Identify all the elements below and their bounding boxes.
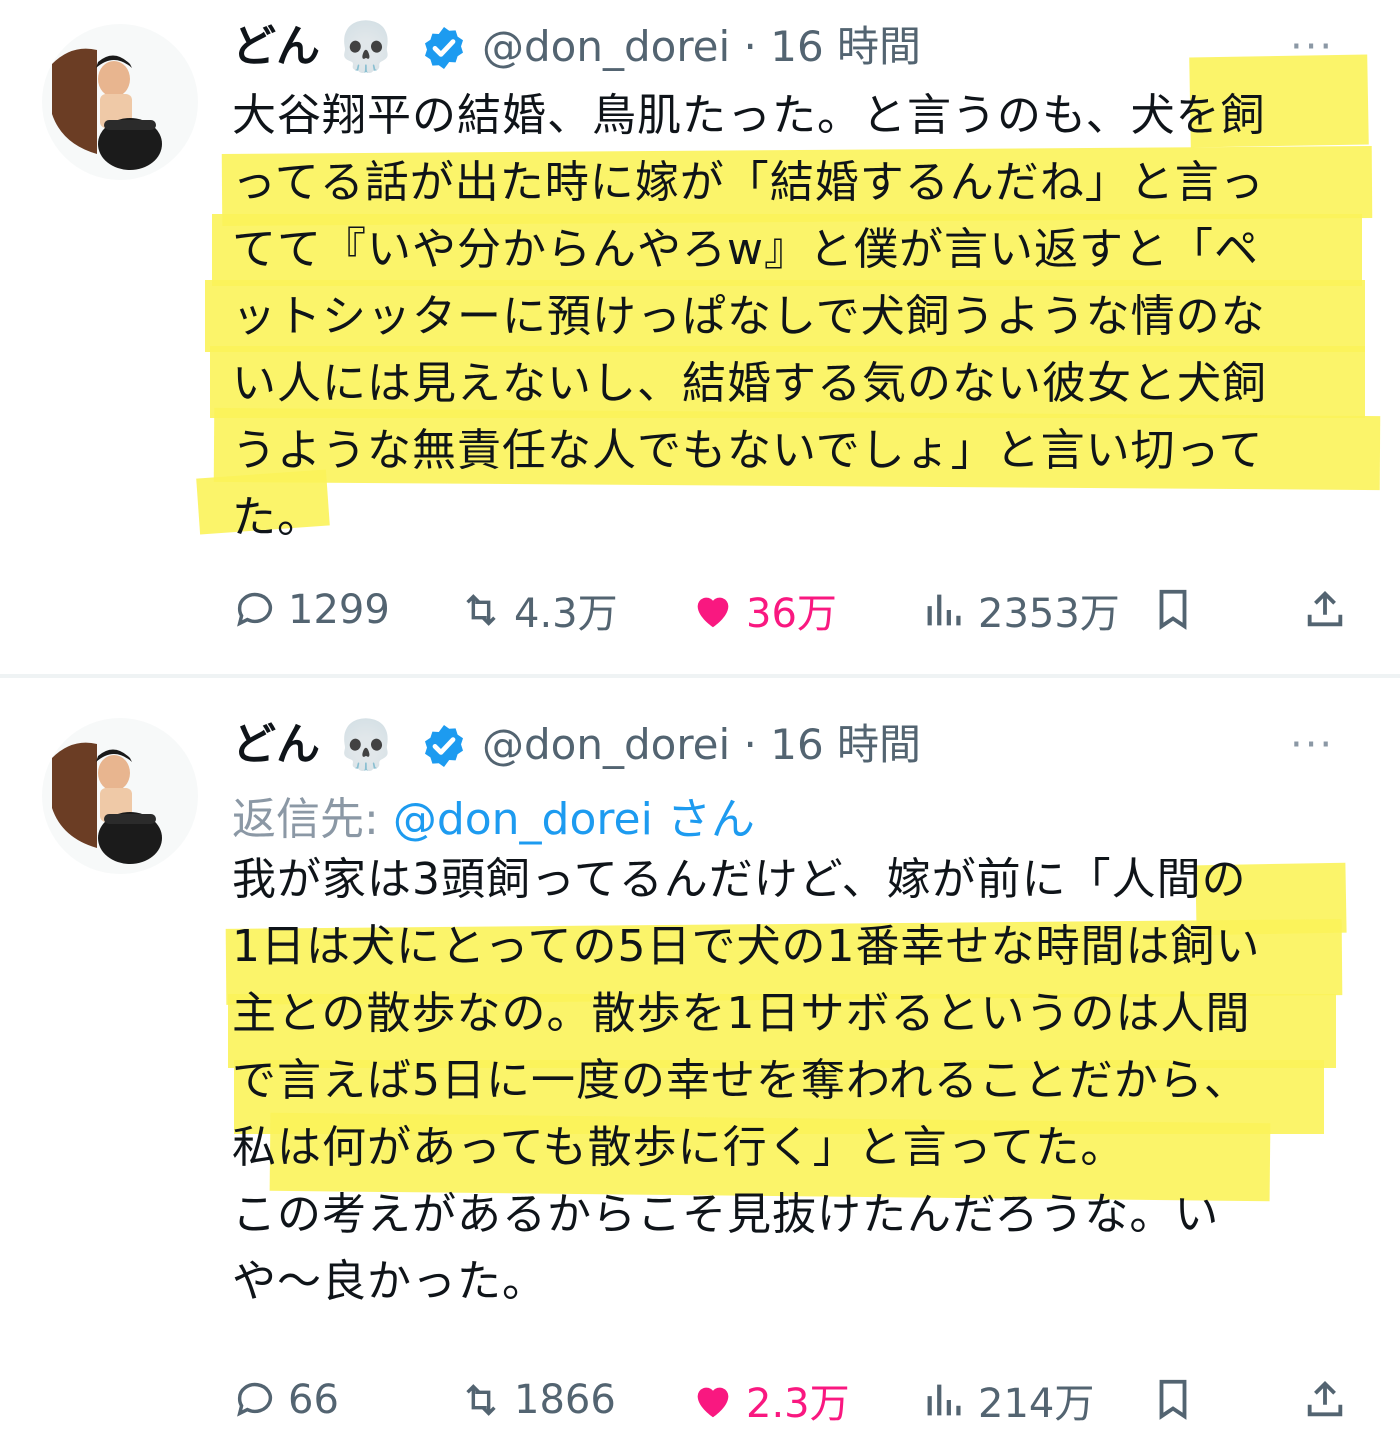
- view-count: 214万: [978, 1381, 1095, 1427]
- tweet-line: や〜良かった。: [232, 1256, 547, 1307]
- bookmark-icon[interactable]: [1150, 586, 1196, 632]
- reply-to-prefix: 返信先:: [232, 794, 393, 845]
- display-name[interactable]: どん: [232, 12, 320, 82]
- more-options-icon[interactable]: ···: [1290, 720, 1334, 770]
- tweet-line: 1日は犬にとっての5日で犬の1番幸せな時間は飼い: [232, 921, 1261, 972]
- reply-to-mention[interactable]: @don_dorei: [393, 794, 653, 845]
- tweet-2[interactable]: どん 💀 @don_dorei · 16 時間 ··· 返信先: @don_do…: [0, 678, 1400, 1427]
- tweet-text: 大谷翔平の結婚、鳥肌たった。と言うのも、犬を飼 ってる話が出た時に嫁が「結婚するん…: [232, 82, 1362, 551]
- heart-icon: [697, 1387, 729, 1418]
- tweet-line: うような無責任な人でもないでしょ」と言い切って: [232, 425, 1264, 476]
- tweet-line: 主との散歩なの。散歩を1日サボるというのは人間: [232, 988, 1251, 1039]
- tweet-actions: 66 1866 2.3万 214万: [232, 1368, 1362, 1432]
- view-count: 2353万: [978, 591, 1120, 637]
- skull-emoji: 💀: [336, 717, 396, 773]
- tweet-line: 大谷翔平の結婚、鳥肌たった。と言うのも、犬を飼: [232, 90, 1266, 141]
- tweet-line: 私は何があっても散歩に行く」と言ってた。: [232, 1122, 1126, 1173]
- reply-to-suffix: さん: [652, 794, 755, 845]
- heart-icon: [697, 597, 729, 628]
- reply-button[interactable]: 66: [232, 1368, 339, 1432]
- like-button[interactable]: 36万: [690, 578, 837, 642]
- handle-and-time[interactable]: @don_dorei · 16 時間: [482, 710, 921, 780]
- skull-emoji: 💀: [336, 19, 396, 75]
- bookmark-icon[interactable]: [1150, 1376, 1196, 1422]
- views-icon: [927, 1384, 961, 1416]
- tweet-text: 我が家は3頭飼ってるんだけど、嫁が前に「人間の 1日は犬にとっての5日で犬の1番幸…: [232, 846, 1362, 1315]
- views-icon: [927, 594, 961, 626]
- retweet-button[interactable]: 1866: [458, 1368, 616, 1432]
- avatar[interactable]: [42, 718, 198, 874]
- views-button[interactable]: 214万: [922, 1368, 1094, 1432]
- verified-badge-icon: [425, 27, 463, 69]
- tweet-line: ってる話が出た時に嫁が「結婚するんだね」と言っ: [232, 157, 1265, 208]
- reply-icon: [237, 592, 273, 627]
- reply-count: 1299: [288, 587, 390, 633]
- like-count: 36万: [746, 591, 837, 637]
- tweet-header: どん 💀 @don_dorei · 16 時間 ···: [232, 710, 1372, 780]
- views-button[interactable]: 2353万: [922, 578, 1120, 642]
- retweet-icon: [466, 1384, 496, 1416]
- tweet-line: で言えば5日に一度の幸せを奪われることだから、: [232, 1055, 1249, 1106]
- tweet-line: い人には見えないし、結婚する気のない彼女と犬飼: [232, 358, 1267, 409]
- avatar-image: [52, 48, 162, 170]
- tweet-line: ットシッターに預けっぱなしで犬飼うような情のな: [232, 291, 1266, 342]
- tweet-line: た。: [232, 492, 322, 543]
- tweet-line: この考えがあるからこそ見抜けたんだろうな。い: [232, 1189, 1220, 1240]
- display-name[interactable]: どん: [232, 710, 320, 780]
- like-button[interactable]: 2.3万: [690, 1368, 850, 1432]
- reply-icon: [237, 1382, 273, 1417]
- avatar[interactable]: [42, 24, 198, 180]
- tweet-line: てて『いや分からんやろw』と僕が言い返すと「ペ: [232, 224, 1259, 275]
- retweet-count: 4.3万: [514, 591, 618, 637]
- tweet-1[interactable]: どん 💀 @don_dorei · 16 時間 ··· 大谷翔平の結婚、鳥肌たっ…: [0, 0, 1400, 676]
- share-icon[interactable]: [1302, 1376, 1348, 1422]
- handle-and-time[interactable]: @don_dorei · 16 時間: [482, 12, 921, 82]
- share-icon[interactable]: [1302, 586, 1348, 632]
- avatar-image: [52, 742, 162, 864]
- retweet-count: 1866: [514, 1377, 616, 1423]
- retweet-icon: [466, 594, 496, 626]
- retweet-button[interactable]: 4.3万: [458, 578, 618, 642]
- like-count: 2.3万: [746, 1381, 850, 1427]
- tweet-line: 我が家は3頭飼ってるんだけど、嫁が前に「人間の: [232, 854, 1247, 905]
- verified-badge-icon: [425, 725, 463, 767]
- tweet-actions: 1299 4.3万 36万 2353万: [232, 578, 1362, 642]
- reply-button[interactable]: 1299: [232, 578, 390, 642]
- reply-count: 66: [288, 1377, 339, 1423]
